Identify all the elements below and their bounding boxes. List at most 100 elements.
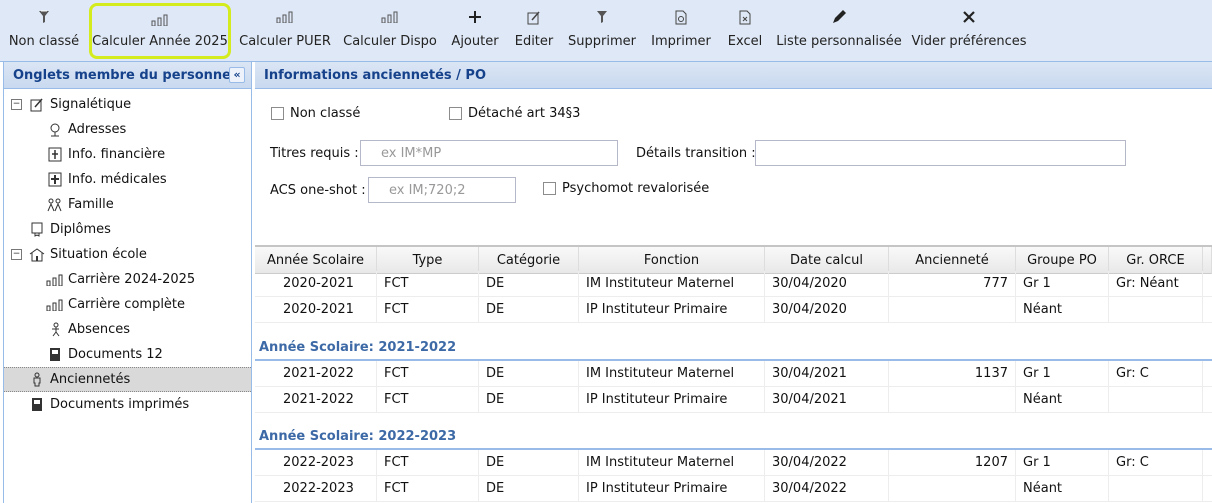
cell-annee: 2021-2022 [255,387,377,412]
non-classe-checkbox[interactable]: Non classé [271,106,360,121]
edit-icon [28,96,46,114]
detache-checkbox[interactable]: Détaché art 34§3 [449,106,580,121]
tree-item-info-financiere[interactable]: Info. financière [46,142,165,167]
table-row[interactable]: 2021-2022 FCT DE IM Instituteur Maternel… [255,361,1212,387]
tree-item-label: Signalétique [50,97,132,112]
table-row[interactable]: 2021-2022 FCT DE IP Instituteur Primaire… [255,387,1212,413]
medical-icon [46,171,64,189]
column-header-groupe-po[interactable]: Groupe PO [1016,247,1109,274]
tree-item-signaletique[interactable]: − Signalétique [11,92,131,117]
tree-item-label: Situation école [50,247,147,262]
column-header-fonction[interactable]: Fonction [579,247,765,274]
tree-item-carriere-complete[interactable]: Carrière complète [46,292,185,317]
filter-icon [596,0,608,34]
collapse-toggle-icon[interactable]: − [11,249,22,260]
ajouter-label: Ajouter [451,34,499,49]
cell-categorie: DE [479,476,579,501]
column-header-annee[interactable]: Année Scolaire [255,247,377,274]
group-header-2021-2022[interactable]: Année Scolaire: 2021-2022 [255,323,1212,361]
excel-button[interactable]: Excel [724,0,766,62]
tree-item-label: Famille [68,197,114,212]
tree-item-label: Adresses [68,122,127,137]
calculer-puer-label: Calculer PUER [239,34,331,49]
checkbox-box[interactable] [543,182,556,195]
table-row[interactable]: 2020-2021 FCT DE IM Instituteur Maternel… [255,271,1212,297]
edit-icon [527,0,541,34]
non-classe-button[interactable]: Non classé [6,0,82,62]
column-header-date-calcul[interactable]: Date calcul [765,247,889,274]
left-panel-title: Onglets membre du personnel [13,67,236,83]
cell-type: FCT [377,361,479,386]
titres-requis-label: Titres requis : [270,146,359,161]
column-header-anciennete[interactable]: Ancienneté [889,247,1016,274]
details-transition-label: Détails transition : [636,146,756,161]
cell-fonction: IM Instituteur Maternel [579,450,765,475]
cell-categorie: DE [479,297,579,322]
tree-item-label: Carrière complète [68,297,186,312]
excel-icon [739,0,751,34]
calculer-dispo-button[interactable]: Calculer Dispo [342,0,438,62]
filter-icon [38,0,50,34]
column-header-gr-orce[interactable]: Gr. ORCE [1109,247,1203,274]
tree-item-info-medicales[interactable]: Info. médicales [46,167,167,192]
cell-annee: 2022-2023 [255,450,377,475]
cell-date-calcul: 30/04/2021 [765,387,889,412]
absence-icon [46,321,64,339]
editer-button[interactable]: Editer [512,0,556,62]
tree-item-documents-12[interactable]: Documents 12 [46,342,163,367]
cell-groupe-po: Gr 1 [1016,450,1109,475]
cell-date-calcul: 30/04/2020 [765,271,889,296]
table-row[interactable]: 2022-2023 FCT DE IP Instituteur Primaire… [255,476,1212,502]
psychomot-checkbox-label: Psychomot revalorisée [562,181,710,196]
cell-groupe-po: Néant [1016,476,1109,501]
group-header-2022-2023[interactable]: Année Scolaire: 2022-2023 [255,412,1212,450]
non-classe-label: Non classé [8,34,80,49]
cell-fonction: IP Instituteur Primaire [579,476,765,501]
calculer-annee-button[interactable]: Calculer Année 2025 [89,3,231,59]
titres-requis-input[interactable]: ex IM*MP [360,140,618,166]
tree-item-documents-imprimes[interactable]: Documents imprimés [28,392,189,417]
cell-gr-orce [1109,476,1203,501]
tree-item-absences[interactable]: Absences [46,317,130,342]
cell-annee: 2020-2021 [255,297,377,322]
tree-item-carriere-2024[interactable]: Carrière 2024-2025 [46,267,195,292]
cell-groupe-po: Néant [1016,387,1109,412]
cell-fonction: IP Instituteur Primaire [579,297,765,322]
checkbox-box[interactable] [449,107,462,120]
tree-item-diplomes[interactable]: Diplômes [28,217,111,242]
diploma-icon [28,221,46,239]
table-row[interactable]: 2020-2021 FCT DE IP Instituteur Primaire… [255,297,1212,323]
bar-chart-icon [381,0,399,34]
acs-one-shot-label: ACS one-shot : [270,183,366,198]
calculer-puer-button[interactable]: Calculer PUER [238,0,332,62]
imprimer-button[interactable]: Imprimer [650,0,712,62]
cell-anciennete: 1137 [889,361,1016,386]
supprimer-button[interactable]: Supprimer [566,0,638,62]
pencil-icon [831,0,847,34]
cell-gr-orce: Gr: C [1109,450,1203,475]
detache-checkbox-label: Détaché art 34§3 [468,106,581,121]
acs-one-shot-input[interactable]: ex IM;720;2 [368,177,516,203]
calculer-dispo-label: Calculer Dispo [343,34,437,49]
table-row[interactable]: 2022-2023 FCT DE IM Instituteur Maternel… [255,450,1212,476]
tree-item-situation-ecole[interactable]: − Situation école [11,242,147,267]
cell-groupe-po: Gr 1 [1016,271,1109,296]
vider-preferences-label: Vider préférences [911,34,1027,49]
cell-type: FCT [377,476,479,501]
tree-item-famille[interactable]: Famille [46,192,114,217]
cell-annee: 2021-2022 [255,361,377,386]
finance-icon [46,146,64,164]
vider-preferences-button[interactable]: Vider préférences [911,0,1027,62]
details-transition-input[interactable] [755,140,1126,166]
checkbox-box[interactable] [271,107,284,120]
column-header-filler [1203,247,1212,274]
column-header-categorie[interactable]: Catégorie [479,247,579,274]
tree-item-anciennetes[interactable]: Anciennetés [4,367,251,392]
collapse-toggle-icon[interactable]: − [11,99,22,110]
liste-personnalisee-button[interactable]: Liste personnalisée [776,0,902,62]
psychomot-checkbox[interactable]: Psychomot revalorisée [543,181,709,196]
ajouter-button[interactable]: Ajouter [448,0,502,62]
column-header-type[interactable]: Type [377,247,479,274]
collapse-panel-button[interactable]: « [229,67,245,83]
tree-item-adresses[interactable]: Adresses [46,117,126,142]
